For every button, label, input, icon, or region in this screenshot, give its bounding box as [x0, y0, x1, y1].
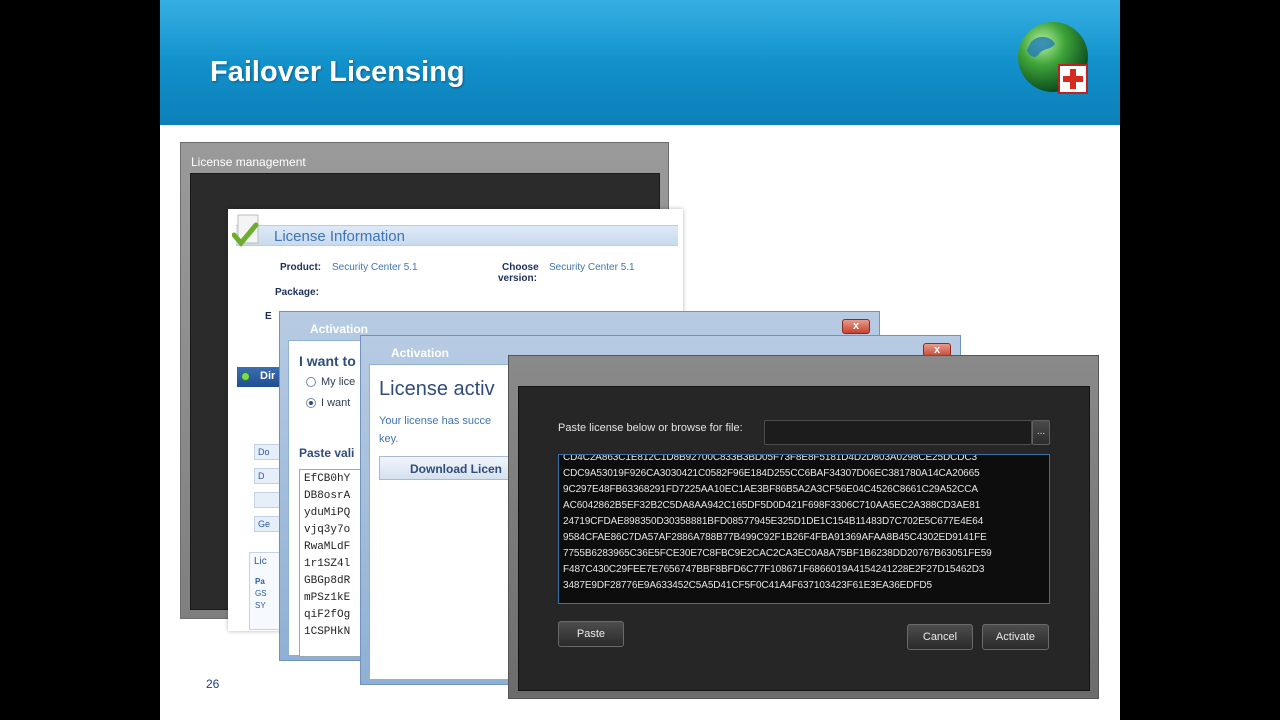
directory-section-bar[interactable]: Dir: [237, 367, 282, 387]
key-line: vjq3y7o: [304, 524, 351, 536]
success-message-line-2: key.: [379, 433, 399, 445]
close-button[interactable]: x: [842, 319, 870, 334]
key-line: qiF2fOg: [304, 609, 351, 621]
slide-number: 26: [206, 677, 220, 691]
dialog-content: Paste license below or browse for file: …: [518, 386, 1090, 691]
package-label: Package:: [275, 287, 319, 298]
key-line: RwaMLdF: [304, 541, 351, 553]
banner-sheen: [160, 0, 1120, 62]
license-line: F487C430C29FEE7E7656747BBF8BFD6C77F10867…: [563, 564, 985, 575]
cancel-button[interactable]: Cancel: [907, 624, 973, 650]
license-subpanel-label: Lic: [254, 556, 267, 567]
download-license-button[interactable]: Download Licen: [379, 456, 529, 480]
paste-valid-label: Paste vali: [299, 446, 355, 460]
product-value: Security Center 5.1: [332, 262, 418, 273]
success-message-line-1: Your license has succe: [379, 415, 492, 427]
success-message: Your license has succe key.: [379, 412, 519, 448]
product-label: Product:: [280, 262, 322, 273]
license-line: 9C297E48FB63368291FD7225AA10EC1AE3BF86B5…: [563, 484, 978, 495]
screen-background: Failover Licensing License management Li…: [0, 0, 1280, 720]
activate-button[interactable]: Activate: [982, 624, 1049, 650]
license-line: 9584CFAE86C7DA57AF2886A788B77B499C92F1B2…: [563, 532, 987, 543]
license-line: AC6042862B5EF32B2C5DA8AA942C165DF5D0D421…: [563, 500, 981, 511]
license-activated-heading: License activ: [379, 378, 495, 400]
browse-file-button[interactable]: ...: [1032, 420, 1050, 445]
license-line: CDC9A53019F926CA3030421C0582F96E184D255C…: [563, 468, 980, 479]
window-title: Activation: [310, 322, 369, 336]
section-heading: I want to: [299, 353, 356, 369]
paste-license-label: Paste license below or browse for file:: [558, 422, 743, 434]
choose-version-label: Choose: [502, 262, 539, 273]
license-line: 3487E9DF28776E9A633452C5A5D41CF5F0C41A4F…: [563, 580, 932, 591]
side-item-2[interactable]: D: [254, 468, 280, 484]
slide-title: Failover Licensing: [210, 56, 465, 88]
license-line: 7755B6283965C36E5FCE30E7C8FBC9E2CAC2CA3E…: [563, 548, 992, 559]
license-text-area[interactable]: CD4C2A863C1E812C1D8B92700C833B3BD05F73F8…: [558, 454, 1050, 604]
subpanel-line-1: Pa: [255, 577, 265, 586]
window-title: Activation: [391, 346, 450, 360]
slide-banner: Failover Licensing: [160, 0, 1120, 125]
key-line: yduMiPQ: [304, 507, 351, 519]
panel-title: License Information: [274, 228, 405, 245]
subpanel-line-2: GS: [255, 589, 267, 598]
globe-logo-icon: [1018, 22, 1088, 94]
paste-license-dialog: Paste license below or browse for file: …: [508, 355, 1099, 699]
side-item-1[interactable]: Do: [254, 444, 280, 460]
key-line: 1r1SZ4l: [304, 558, 351, 570]
choose-version-label-2: version:: [498, 273, 537, 284]
key-line: DB8osrA: [304, 490, 351, 502]
truncated-label: E: [265, 311, 272, 322]
license-information-header: License Information: [236, 225, 678, 246]
license-line: CD4C2A863C1E812C1D8B92700C833B3BD05F73F8…: [563, 454, 977, 463]
subpanel-line-3: SY: [255, 601, 266, 610]
key-line: GBGp8dR: [304, 575, 351, 587]
license-line: 24719CFDAE898350D30358881BFD08577945E325…: [563, 516, 984, 527]
status-dot-icon: [241, 372, 250, 381]
side-item-3[interactable]: [254, 492, 280, 508]
paste-button[interactable]: Paste: [558, 621, 624, 647]
key-line: 1CSPHkN: [304, 626, 351, 638]
directory-label: Dir: [260, 370, 276, 382]
key-line: mPSz1kE: [304, 592, 351, 604]
radio-my-license-label: My lice: [321, 376, 356, 388]
version-value[interactable]: Security Center 5.1: [549, 262, 635, 273]
license-file-path-input[interactable]: [764, 420, 1032, 445]
key-line: EfCB0hY: [304, 473, 351, 485]
window-title: License management: [191, 155, 306, 169]
radio-i-want[interactable]: [306, 398, 316, 408]
radio-my-license[interactable]: [306, 377, 316, 387]
slide: Failover Licensing License management Li…: [160, 0, 1120, 720]
radio-i-want-label: I want: [321, 397, 351, 409]
document-check-icon: [232, 214, 259, 247]
side-item-4[interactable]: Ge: [254, 516, 280, 532]
